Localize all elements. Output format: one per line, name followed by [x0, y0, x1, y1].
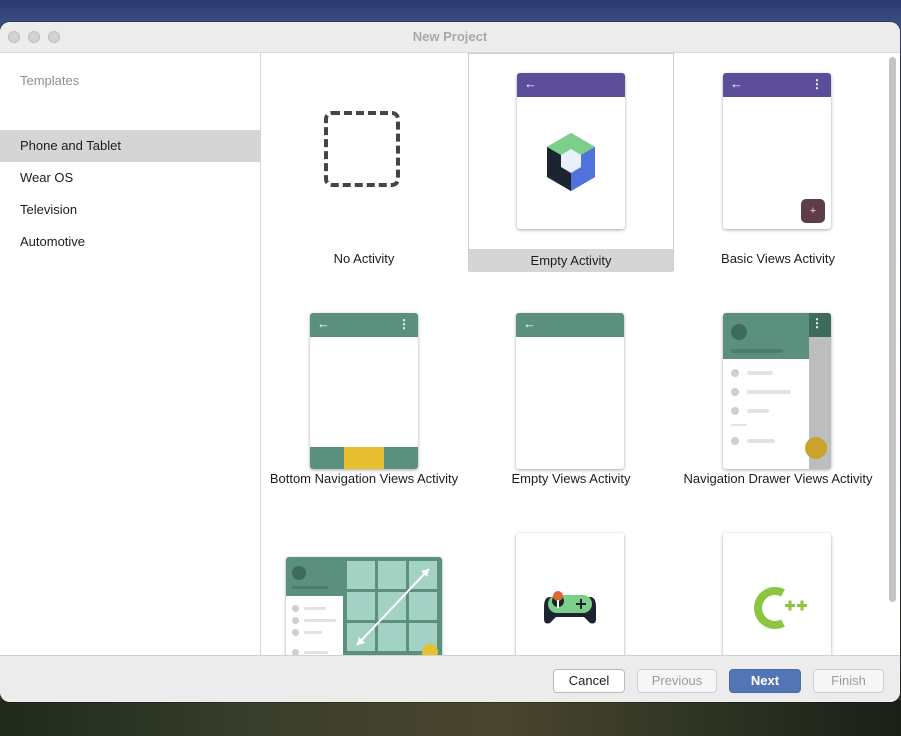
template-label: Empty Activity — [469, 249, 673, 272]
template-responsive-views-activity[interactable] — [261, 493, 467, 655]
phone-preview — [723, 533, 831, 655]
sidebar-header: Templates — [20, 73, 80, 88]
template-native-cpp[interactable] — [675, 493, 881, 655]
dashed-square-icon — [324, 111, 400, 187]
overflow-menu-icon: ⋮ — [811, 316, 823, 330]
navigation-drawer — [723, 313, 809, 469]
template-label: Bottom Navigation Views Activity — [269, 471, 459, 486]
template-label: No Activity — [333, 251, 395, 266]
cpp-logo-icon — [754, 587, 807, 629]
phone-preview: ← ⋮ + — [723, 73, 831, 229]
previous-button[interactable]: Previous — [637, 669, 717, 693]
window-title: New Project — [412, 29, 488, 44]
template-label: Empty Views Activity — [511, 471, 631, 486]
sidebar-item-wear-os[interactable]: Wear OS — [0, 162, 260, 194]
scrollbar-thumb[interactable] — [889, 57, 896, 602]
template-bottom-navigation-views-activity[interactable]: ← ⋮ Bottom Navigation Views Activity — [261, 273, 467, 491]
jetpack-compose-icon — [547, 133, 595, 191]
sidebar-item-television[interactable]: Television — [0, 194, 260, 226]
app-bar: ← — [516, 313, 624, 337]
template-label: Navigation Drawer Views Activity — [683, 471, 873, 486]
sidebar-item-automotive[interactable]: Automotive — [0, 226, 260, 258]
templates-sidebar: Templates Phone and Tablet Wear OS Telev… — [0, 53, 261, 655]
title-bar: New Project — [0, 22, 900, 53]
template-navigation-drawer-views-activity[interactable]: ⋮ Navigation Drawer Views Activity — [675, 273, 881, 491]
template-game-activity[interactable] — [468, 493, 674, 655]
template-basic-views-activity[interactable]: ← ⋮ + Basic Views Activity — [675, 53, 881, 271]
back-arrow-icon: ← — [317, 316, 330, 331]
tablet-preview — [286, 557, 442, 655]
game-controller-icon — [544, 591, 596, 624]
template-gallery: No Activity ← Empty Activity ← ⋮ + Basic… — [261, 53, 886, 655]
phone-preview — [516, 533, 624, 655]
template-empty-views-activity[interactable]: ← Empty Views Activity — [468, 273, 674, 491]
app-bar: ← ⋮ — [310, 313, 418, 337]
app-bar: ← — [517, 73, 625, 97]
overflow-menu-icon: ⋮ — [398, 317, 410, 331]
dialog-footer: Cancel Previous Next Finish — [0, 655, 900, 702]
finish-button[interactable]: Finish — [813, 669, 884, 693]
template-label: Basic Views Activity — [721, 251, 835, 266]
phone-preview: ← ⋮ — [310, 313, 418, 469]
phone-preview: ← — [517, 73, 625, 229]
fab-add-icon: + — [801, 199, 825, 223]
app-bar: ← ⋮ — [723, 73, 831, 97]
vertical-scrollbar[interactable] — [886, 53, 900, 655]
desktop-background — [0, 700, 901, 736]
bottom-navigation-bar — [310, 447, 418, 469]
phone-preview: ← — [516, 313, 624, 469]
fab-add-icon — [805, 437, 827, 459]
next-button[interactable]: Next — [729, 669, 801, 693]
cancel-button[interactable]: Cancel — [553, 669, 625, 693]
back-arrow-icon: ← — [523, 316, 536, 331]
back-arrow-icon: ← — [524, 76, 537, 91]
template-empty-activity[interactable]: ← Empty Activity — [468, 53, 674, 272]
back-arrow-icon: ← — [730, 76, 743, 91]
template-no-activity[interactable]: No Activity — [261, 53, 467, 271]
new-project-window: New Project Templates Phone and Tablet W… — [0, 22, 900, 702]
fab-add-icon — [422, 644, 438, 655]
overflow-menu-icon: ⋮ — [811, 77, 823, 91]
phone-preview: ⋮ — [723, 313, 831, 469]
sidebar-item-phone-and-tablet[interactable]: Phone and Tablet — [0, 130, 260, 162]
